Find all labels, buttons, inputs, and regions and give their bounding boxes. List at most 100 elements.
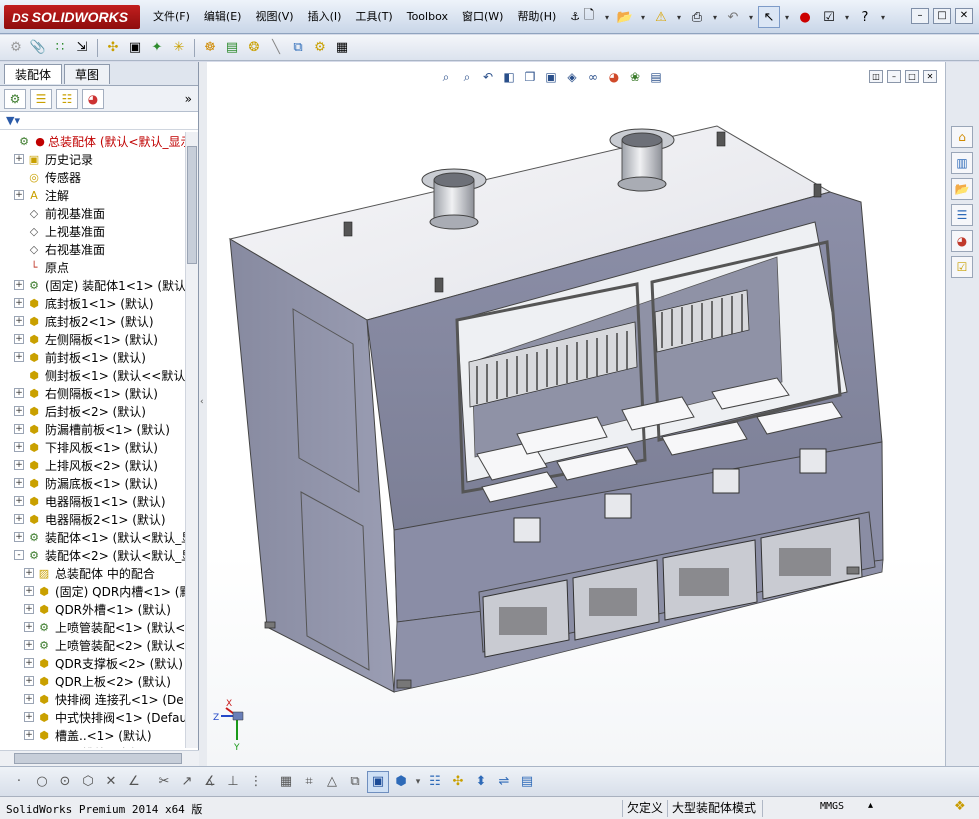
expand-toggle-icon[interactable]: + bbox=[14, 190, 24, 200]
tree-item[interactable]: + ⬢ 中式快排阀<1> (Defau bbox=[0, 708, 186, 726]
tree-item[interactable]: + ⬢ 电器隔板1<1> (默认) bbox=[0, 492, 186, 510]
tree-item[interactable]: + ⬢ 快排阀 连接孔<1> (De bbox=[0, 690, 186, 708]
tree-item[interactable]: + ⬢ 防漏底板<1> (默认) bbox=[0, 474, 186, 492]
exploded-view-icon[interactable]: ❂ bbox=[244, 38, 264, 58]
expand-toggle-icon[interactable]: + bbox=[14, 316, 24, 326]
view-palette-icon[interactable]: ☰ bbox=[951, 204, 973, 226]
rebuild-dropdown-icon[interactable]: ▾ bbox=[674, 6, 684, 28]
tree-item[interactable]: + ⬢ 底封板2<1> (默认) bbox=[0, 312, 186, 330]
point-icon[interactable]: · bbox=[8, 771, 30, 793]
tree-item[interactable]: + ⚙ (固定) 装配体1<1> (默认< bbox=[0, 276, 186, 294]
quick-tips-icon[interactable]: ❖ bbox=[954, 799, 966, 814]
file-explorer-icon[interactable]: 📂 bbox=[951, 178, 973, 200]
custom-properties-icon[interactable]: ☑ bbox=[951, 256, 973, 278]
display-style-icon[interactable]: ◈ bbox=[563, 68, 581, 86]
expand-toggle-icon[interactable]: + bbox=[24, 694, 34, 704]
display-dropdown-icon[interactable]: ▾ bbox=[413, 771, 423, 793]
tab-assembly[interactable]: 装配体 bbox=[4, 64, 63, 84]
tree-item[interactable]: + ⬢ 下排风板<1> (默认) bbox=[0, 438, 186, 456]
tree-item[interactable]: + ⬢ (固定) QDR内槽<1> (默 bbox=[0, 582, 186, 600]
rebuild-warning-icon[interactable]: ⚠ bbox=[650, 6, 672, 28]
grid-icon[interactable]: ▦ bbox=[275, 771, 297, 793]
assembly-visualization-icon[interactable]: ☷ bbox=[424, 771, 446, 793]
new-document-icon[interactable]: 🗋 bbox=[578, 6, 600, 28]
collapse-panel-icon[interactable]: ‹ bbox=[200, 397, 204, 407]
restore-icon[interactable]: □ bbox=[933, 8, 951, 24]
tree-hscroll-thumb[interactable] bbox=[14, 753, 182, 764]
tree-item[interactable]: + ▣ 历史记录 bbox=[0, 150, 186, 168]
menu-file[interactable]: 文件(F) bbox=[146, 0, 197, 34]
print-icon[interactable]: ⎙ bbox=[686, 6, 708, 28]
tree-item[interactable]: ◇ 前视基准面 bbox=[0, 204, 186, 222]
move-icon[interactable]: ⇌ bbox=[493, 771, 515, 793]
open-dropdown-icon[interactable]: ▾ bbox=[638, 6, 648, 28]
intersection-icon[interactable]: ✕ bbox=[100, 771, 122, 793]
menu-insert[interactable]: 插入(I) bbox=[301, 0, 349, 34]
expand-toggle-icon[interactable]: + bbox=[24, 676, 34, 686]
expand-toggle-icon[interactable]: + bbox=[14, 442, 24, 452]
undo-dropdown-icon[interactable]: ▾ bbox=[746, 6, 756, 28]
tree-item[interactable]: ◇ 右视基准面 bbox=[0, 240, 186, 258]
tree-item[interactable]: + ⬢ 后封板<2> (默认) bbox=[0, 402, 186, 420]
expand-toggle-icon[interactable]: + bbox=[14, 388, 24, 398]
undo-icon[interactable]: ↶ bbox=[722, 6, 744, 28]
menu-view[interactable]: 视图(V) bbox=[248, 0, 300, 34]
graphics-area[interactable]: ⌕ ⌕ ↶ ◧ ❐ ▣ ◈ ∞ ◕ ❀ ▤ ◫ – □ ✕ X Z Y bbox=[207, 62, 945, 766]
edit-appearance-icon[interactable]: ◕ bbox=[605, 68, 623, 86]
select-arrow-icon[interactable]: ↖ bbox=[758, 6, 780, 28]
previous-view-icon[interactable]: ↶ bbox=[479, 68, 497, 86]
tree-item[interactable]: + ⬢ 上排风板<2> (默认) bbox=[0, 456, 186, 474]
feature-manager-tab-icon[interactable]: ⚙ bbox=[4, 88, 26, 109]
tree-scroll-thumb[interactable] bbox=[187, 146, 197, 264]
expand-toggle-icon[interactable]: + bbox=[14, 460, 24, 470]
expand-toggle-icon[interactable]: + bbox=[14, 280, 24, 290]
center-point-icon[interactable]: ⊙ bbox=[54, 771, 76, 793]
expand-toggle-icon[interactable]: + bbox=[14, 406, 24, 416]
insert-components-icon[interactable]: ⚙ bbox=[6, 38, 26, 58]
extend-icon[interactable]: ↗ bbox=[176, 771, 198, 793]
print-dropdown-icon[interactable]: ▾ bbox=[710, 6, 720, 28]
tree-item[interactable]: + A 注解 bbox=[0, 186, 186, 204]
cabinet-3d-model[interactable] bbox=[207, 62, 945, 766]
options-dropdown-icon[interactable]: ▾ bbox=[842, 6, 852, 28]
midpoint-icon[interactable]: ⋮ bbox=[245, 771, 267, 793]
expand-toggle-icon[interactable]: + bbox=[24, 586, 34, 596]
tree-horizontal-scrollbar[interactable] bbox=[0, 750, 199, 766]
angle-icon[interactable]: ∡ bbox=[199, 771, 221, 793]
tree-item[interactable]: ◇ 上视基准面 bbox=[0, 222, 186, 240]
zoom-to-fit-icon[interactable]: ⌕ bbox=[437, 68, 455, 86]
tree-item[interactable]: + ⬢ QDR上板<2> (默认) bbox=[0, 672, 186, 690]
tree-item[interactable]: + ⬢ 前封板<1> (默认) bbox=[0, 348, 186, 366]
expand-toggle-icon[interactable]: + bbox=[14, 514, 24, 524]
tree-item[interactable]: + ⬢ 防漏槽前板<1> (默认) bbox=[0, 420, 186, 438]
expand-toggle-icon[interactable]: + bbox=[24, 622, 34, 632]
tree-item[interactable]: + ⬢ 底封板1<1> (默认) bbox=[0, 294, 186, 312]
shaded-cube-icon[interactable]: ▣ bbox=[367, 770, 389, 793]
tree-item[interactable]: + ⬢ 左侧隔板<1> (默认) bbox=[0, 330, 186, 348]
view-orientation-icon[interactable]: ▣ bbox=[542, 68, 560, 86]
smart-fasteners-icon[interactable]: ⇲ bbox=[72, 38, 92, 58]
expand-toggle-icon[interactable]: + bbox=[24, 658, 34, 668]
section-view-icon[interactable]: ◧ bbox=[500, 68, 518, 86]
tree-item[interactable]: + ⬢ QDR支撑板<2> (默认) bbox=[0, 654, 186, 672]
minimize-icon[interactable]: – bbox=[911, 8, 929, 24]
select-dropdown-icon[interactable]: ▾ bbox=[782, 6, 792, 28]
new-motion-study-icon[interactable]: ☸ bbox=[200, 38, 220, 58]
solidworks-resources-icon[interactable]: ⌂ bbox=[951, 126, 973, 148]
tree-item[interactable]: +⬢QDR槽外固定板<1> (默 bbox=[0, 744, 186, 749]
expand-toggle-icon[interactable]: + bbox=[14, 478, 24, 488]
expand-toggle-icon[interactable]: + bbox=[24, 712, 34, 722]
units-dropdown-icon[interactable]: ▴ bbox=[868, 800, 873, 811]
close-icon[interactable]: ✕ bbox=[955, 8, 973, 24]
box-icon[interactable]: ⧉ bbox=[344, 771, 366, 793]
configuration-manager-tab-icon[interactable]: ☷ bbox=[56, 88, 78, 109]
menu-window[interactable]: 窗口(W) bbox=[455, 0, 510, 34]
tree-item[interactable]: + ⚙ 装配体<1> (默认<默认_显: bbox=[0, 528, 186, 546]
mate-controller-icon[interactable]: ✣ bbox=[447, 771, 469, 793]
solidworks-logo[interactable]: DS SOLIDWORKS bbox=[4, 5, 140, 29]
assembly-features-icon[interactable]: ✦ bbox=[147, 38, 167, 58]
interference-icon[interactable]: ⧉ bbox=[288, 38, 308, 58]
hide-show-items-icon[interactable]: ∞ bbox=[584, 68, 602, 86]
perpendicular-icon[interactable]: ⊥ bbox=[222, 771, 244, 793]
expand-toggle-icon[interactable]: + bbox=[14, 154, 24, 164]
